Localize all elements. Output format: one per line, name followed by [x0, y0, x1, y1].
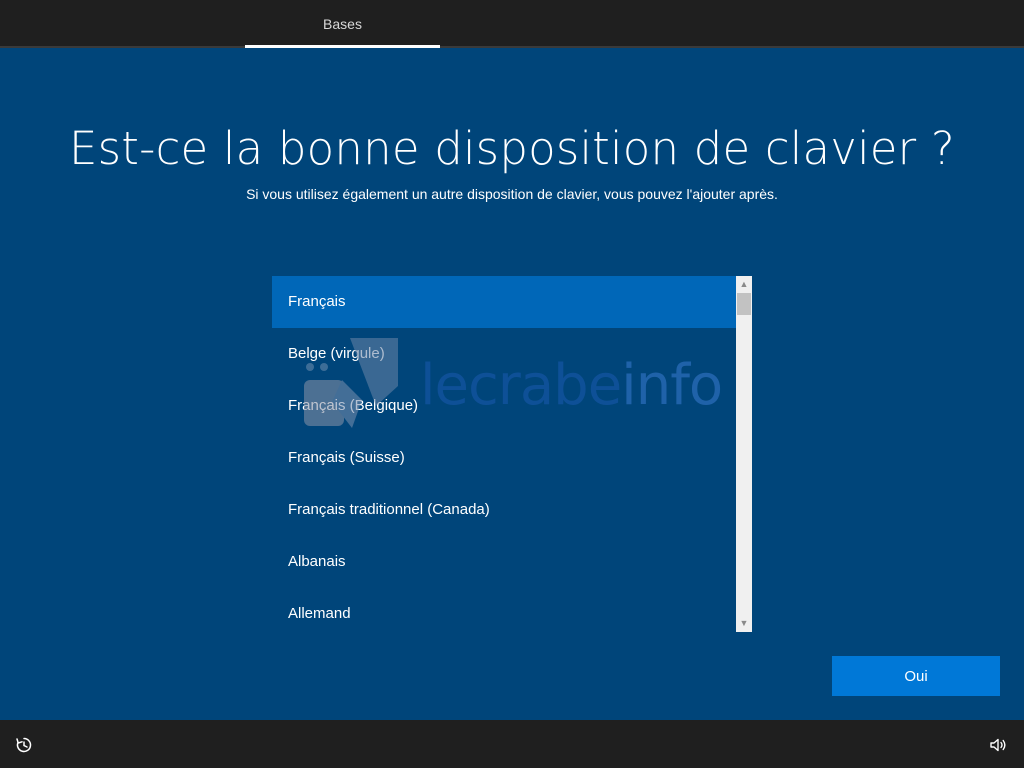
scroll-down-arrow-icon[interactable]: ▼: [736, 615, 752, 632]
list-item-allemand[interactable]: Allemand: [272, 588, 736, 632]
volume-icon[interactable]: [988, 735, 1008, 755]
bottom-bar: [0, 720, 1024, 768]
keyboard-layout-items: Français Belge (virgule) Français (Belgi…: [272, 276, 736, 632]
list-item-francais[interactable]: Français: [272, 276, 736, 328]
tab-active-indicator: [245, 45, 440, 48]
list-item-belge-virgule[interactable]: Belge (virgule): [272, 328, 736, 380]
list-item-francais-suisse[interactable]: Français (Suisse): [272, 432, 736, 484]
page-title: Est-ce la bonne disposition de clavier ?: [69, 122, 955, 175]
top-bar: [0, 0, 1024, 48]
scroll-up-arrow-icon[interactable]: ▲: [736, 276, 752, 293]
list-item-francais-belgique[interactable]: Français (Belgique): [272, 380, 736, 432]
tab-bases-label: Bases: [323, 16, 362, 32]
oui-button[interactable]: Oui: [832, 656, 1000, 696]
page-subtitle: Si vous utilisez également un autre disp…: [246, 186, 778, 202]
top-bar-divider: [0, 46, 1024, 48]
list-scrollbar[interactable]: ▲ ▼: [736, 276, 752, 632]
list-item-albanais[interactable]: Albanais: [272, 536, 736, 588]
scroll-thumb[interactable]: [737, 293, 751, 315]
list-item-francais-canada[interactable]: Français traditionnel (Canada): [272, 484, 736, 536]
accessibility-icon[interactable]: [14, 735, 34, 755]
tab-bases[interactable]: Bases: [245, 0, 440, 48]
keyboard-layout-list[interactable]: Français Belge (virgule) Français (Belgi…: [272, 276, 752, 632]
